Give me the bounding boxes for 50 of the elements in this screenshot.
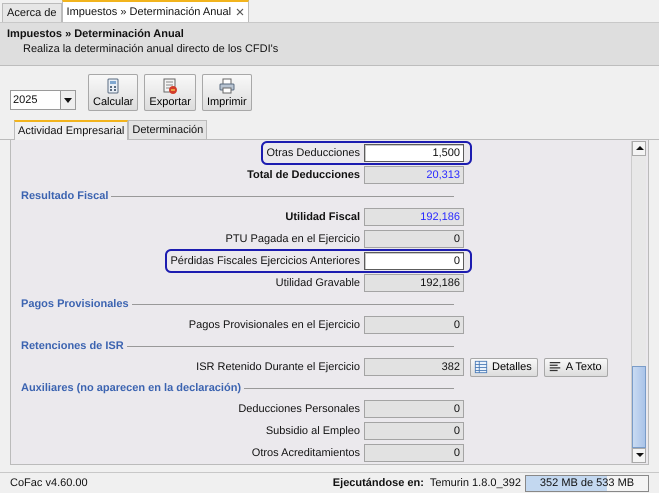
field-label: Pagos Provisionales en el Ejercicio <box>188 319 360 331</box>
calculator-icon <box>105 78 122 94</box>
memory-text: 352 MB de 533 MB <box>538 476 636 488</box>
text-lines-icon <box>548 360 562 374</box>
runtime-label: Ejecutándose en: <box>332 477 424 489</box>
section-title: Retenciones de ISR <box>21 340 124 352</box>
field-label: Otras Deducciones <box>266 147 360 159</box>
document-tab[interactable]: Acerca de <box>2 3 62 22</box>
readonly-field: 192,186 <box>364 208 464 226</box>
header-title: Impuestos » Determinación Anual <box>7 28 185 40</box>
section-title: Pagos Provisionales <box>21 298 129 310</box>
close-icon[interactable] <box>236 8 244 16</box>
input-field[interactable]: 0 <box>364 252 464 270</box>
readonly-field: 192,186 <box>364 274 464 292</box>
readonly-field: 0 <box>364 444 464 462</box>
document-tab[interactable]: Impuestos » Determinación Anual <box>62 0 250 22</box>
header-subtitle: Realiza la determinación anual directo de los CFDI's <box>22 43 280 55</box>
version-text: CoFac v4.60.00 <box>10 477 89 489</box>
section-title: Auxiliares (no aparecen en la declaración) <box>21 382 242 394</box>
field-label: PTU Pagada en el Ejercicio <box>225 233 360 245</box>
tab[interactable]: Actividad Empresarial <box>14 120 128 140</box>
toolbar-button[interactable]: Exportar <box>144 74 196 111</box>
readonly-field: 20,313 <box>364 166 464 184</box>
action-button[interactable]: A Texto <box>544 358 608 376</box>
table-icon <box>474 360 488 374</box>
year-dropdown[interactable]: 2025 <box>10 90 76 110</box>
field-label: Subsidio al Empleo <box>266 425 360 437</box>
field-label: Otros Acreditamientos <box>252 447 360 459</box>
toolbar-button[interactable]: Imprimir <box>202 74 252 111</box>
field-label: ISR Retenido Durante el Ejercicio <box>196 361 360 373</box>
field-label: Total de Deducciones <box>247 169 360 181</box>
field-label: Pérdidas Fiscales Ejercicios Anteriores <box>170 255 360 267</box>
toolbar-button[interactable]: Calcular <box>88 74 138 111</box>
scroll-thumb[interactable] <box>632 366 646 448</box>
tab[interactable]: Determinación <box>128 120 208 139</box>
field-label: Utilidad Fiscal <box>285 211 360 223</box>
readonly-field: 0 <box>364 230 464 248</box>
printer-icon <box>218 78 235 94</box>
section-title: Resultado Fiscal <box>21 190 108 202</box>
input-field[interactable]: 1,500 <box>364 144 464 162</box>
readonly-field: 0 <box>364 316 464 334</box>
readonly-field: 382 <box>364 358 464 376</box>
caret-icon <box>64 98 72 102</box>
readonly-field: 0 <box>364 400 464 418</box>
runtime-text: Temurin 1.8.0_392 <box>430 477 521 489</box>
action-button[interactable]: Detalles <box>470 358 538 376</box>
field-label: Deducciones Personales <box>238 403 360 415</box>
field-label: Utilidad Gravable <box>276 277 360 289</box>
vertical-scrollbar[interactable] <box>631 141 646 463</box>
readonly-field: 0 <box>364 422 464 440</box>
